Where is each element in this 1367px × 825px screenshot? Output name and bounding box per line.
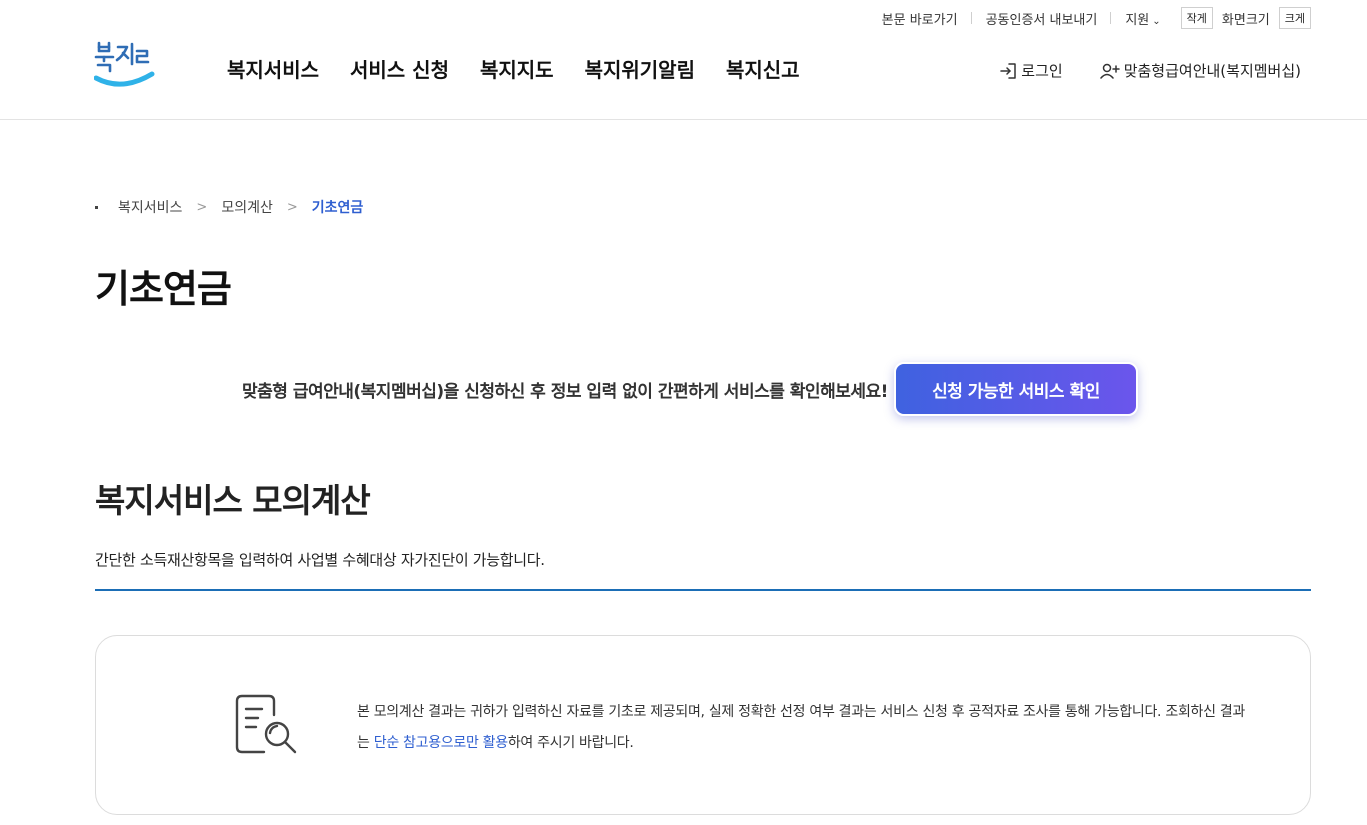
account-links: 로그인 맞춤형급여안내(복지멤버십) [999, 60, 1301, 81]
notice-highlight: 단순 참고용으로만 활용 [373, 735, 508, 751]
section-description: 간단한 소득재산항목을 입력하여 사업별 수혜대상 자가진단이 가능합니다. [95, 551, 545, 569]
login-link[interactable]: 로그인 [999, 60, 1063, 81]
gnb-item-crisis-alert[interactable]: 복지위기알림 [585, 54, 695, 83]
promo-text: 맞춤형 급여안내(복지멤버십)을 신청하신 후 정보 입력 없이 간편하게 서비… [242, 381, 888, 402]
global-nav: 복지서비스 서비스 신청 복지지도 복지위기알림 복지신고 [227, 54, 831, 83]
export-cert-link[interactable]: 공동인증서 내보내기 [972, 9, 1112, 28]
notice-text: 본 모의계산 결과는 귀하가 입력하신 자료를 기초로 제공되며, 실제 정확한… [357, 697, 1257, 759]
breadcrumb-item-current: 기초연금 [311, 200, 364, 216]
gnb-item-service-apply[interactable]: 서비스 신청 [350, 54, 449, 83]
section-divider [95, 589, 1311, 591]
login-icon [1000, 62, 1017, 79]
section-title: 복지서비스 모의계산 [95, 481, 371, 520]
notice-box: 본 모의계산 결과는 귀하가 입력하신 자료를 기초로 제공되며, 실제 정확한… [95, 635, 1311, 815]
login-label: 로그인 [1021, 62, 1063, 80]
gnb-item-welfare-services[interactable]: 복지서비스 [227, 54, 319, 83]
chevron-down-icon: ⌄ [1152, 15, 1161, 27]
user-add-icon [1099, 63, 1120, 79]
breadcrumb-bullet [95, 205, 98, 209]
gnb-item-welfare-report[interactable]: 복지신고 [726, 54, 800, 83]
site-header: 본문 바로가기 공동인증서 내보내기 지원 ⌄ 작게 화면크기 크게 복지서비스 … [0, 0, 1367, 120]
breadcrumb-item-mock-calc[interactable]: 모의계산 [221, 197, 273, 217]
chevron-right-icon: > [196, 199, 208, 215]
utility-bar: 본문 바로가기 공동인증서 내보내기 지원 ⌄ 작게 화면크기 크게 [868, 7, 1311, 29]
membership-label: 맞춤형급여안내(복지멤버십) [1123, 62, 1301, 80]
breadcrumb: 복지서비스 > 모의계산 > 기초연금 [95, 197, 363, 217]
support-menu[interactable]: 지원 ⌄ [1111, 9, 1174, 28]
gnb-item-welfare-map[interactable]: 복지지도 [480, 54, 554, 83]
font-large-button[interactable]: 크게 [1278, 7, 1311, 29]
membership-link[interactable]: 맞춤형급여안내(복지멤버십) [1099, 60, 1301, 81]
font-size-control: 작게 화면크기 크게 [1180, 7, 1311, 29]
support-label: 지원 [1125, 12, 1150, 28]
font-size-label: 화면크기 [1221, 12, 1270, 28]
skip-to-content-link[interactable]: 본문 바로가기 [868, 9, 972, 28]
breadcrumb-item-welfare-services[interactable]: 복지서비스 [118, 197, 182, 217]
font-small-button[interactable]: 작게 [1180, 7, 1213, 29]
membership-promo: 맞춤형 급여안내(복지멤버십)을 신청하신 후 정보 입력 없이 간편하게 서비… [242, 362, 1138, 416]
chevron-right-icon: > [286, 199, 298, 215]
document-search-icon [235, 694, 297, 754]
page-title: 기초연금 [95, 267, 232, 311]
notice-text-after: 하여 주시기 바랍니다. [507, 735, 634, 751]
bokjiro-logo-mark [93, 41, 155, 87]
check-services-button[interactable]: 신청 가능한 서비스 확인 [893, 362, 1138, 416]
site-logo[interactable] [93, 38, 156, 92]
